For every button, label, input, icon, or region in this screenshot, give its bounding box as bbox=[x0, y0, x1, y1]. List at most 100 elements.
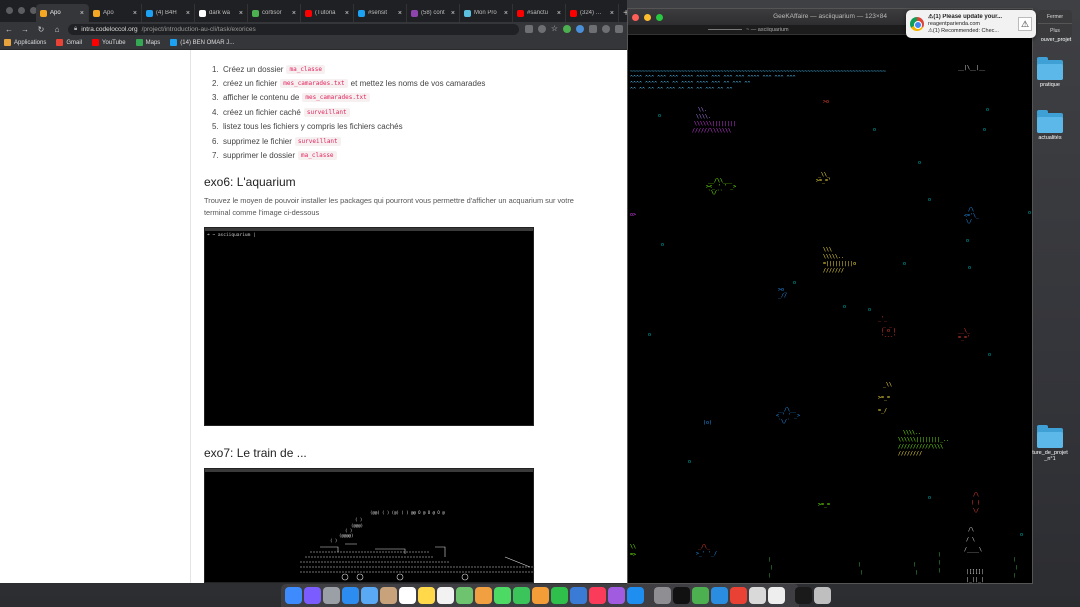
fish-art: \\\\\.. bbox=[823, 254, 844, 260]
extension-icon[interactable] bbox=[563, 25, 571, 33]
browser-tab[interactable]: dark wa × bbox=[195, 4, 248, 22]
browser-tab[interactable]: (58) cont × bbox=[407, 4, 460, 22]
tab-favicon bbox=[93, 9, 100, 17]
close-tab-icon[interactable]: × bbox=[80, 10, 84, 17]
music-icon[interactable] bbox=[589, 587, 606, 604]
terminal-window-controls bbox=[632, 14, 663, 21]
address-bar[interactable]: 🔒︎ intra.codeloccol.org/project/introduc… bbox=[68, 23, 519, 35]
reminders-icon[interactable] bbox=[437, 587, 454, 604]
zoom-window-button[interactable] bbox=[656, 14, 663, 21]
podcasts-icon[interactable] bbox=[608, 587, 625, 604]
extension-icon[interactable] bbox=[589, 25, 597, 33]
aquarium-screenshot: ➜ ~ asciiquarium | bbox=[204, 226, 534, 426]
minimize-window-button[interactable] bbox=[644, 14, 651, 21]
profile-avatar[interactable] bbox=[602, 25, 610, 33]
notification-body: ⚠(1) Recommended: Chec... bbox=[928, 27, 999, 34]
chrome-icon[interactable] bbox=[730, 587, 747, 604]
home-button[interactable]: ⌂ bbox=[52, 25, 62, 34]
step-number: 3. bbox=[212, 93, 219, 103]
forward-button[interactable]: → bbox=[20, 25, 30, 34]
minimize-window-button[interactable] bbox=[18, 7, 25, 14]
menu-icon[interactable] bbox=[615, 25, 623, 33]
calendar-icon[interactable] bbox=[399, 587, 416, 604]
close-tab-icon[interactable]: × bbox=[239, 10, 243, 17]
bookmark-item[interactable]: Applications bbox=[4, 39, 46, 46]
mail-icon[interactable] bbox=[361, 587, 378, 604]
textedit-icon[interactable] bbox=[768, 587, 785, 604]
fish-art: //////// bbox=[898, 451, 922, 457]
bubble: o bbox=[1020, 532, 1023, 538]
zoom-icon[interactable] bbox=[537, 25, 546, 33]
bookmark-star-icon[interactable]: ☆ bbox=[551, 25, 558, 33]
browser-tab[interactable]: (Tutoria × bbox=[301, 4, 354, 22]
browser-tab[interactable]: (324) … × bbox=[566, 4, 619, 22]
numbers-icon[interactable] bbox=[551, 587, 568, 604]
desktop-folder-pratique[interactable]: pratique bbox=[1030, 57, 1070, 88]
tab-favicon bbox=[570, 9, 577, 17]
browser-tab[interactable]: (4) B4H × bbox=[142, 4, 195, 22]
bookmark-item[interactable]: (14) BEN OMAR J... bbox=[170, 39, 234, 46]
browser-tab[interactable]: #sanctu × bbox=[513, 4, 566, 22]
close-tab-icon[interactable]: × bbox=[557, 10, 561, 17]
notification-more-button[interactable]: Plus bbox=[1038, 24, 1072, 38]
install-app-icon[interactable] bbox=[524, 25, 533, 33]
photos-icon[interactable] bbox=[475, 587, 492, 604]
bookmark-item[interactable]: Maps bbox=[135, 39, 160, 46]
browser-tab[interactable]: Apo × bbox=[89, 4, 142, 22]
desktop-folder-projet[interactable]: ture_de_projet _n°1 bbox=[1030, 425, 1070, 462]
fish-art: >=_=' bbox=[816, 178, 831, 184]
close-tab-icon[interactable]: × bbox=[451, 10, 455, 17]
settings-icon[interactable] bbox=[654, 587, 671, 604]
reload-button[interactable]: ↻ bbox=[36, 25, 46, 34]
torrent-icon[interactable] bbox=[692, 587, 709, 604]
fish-art: \\\\.. bbox=[903, 430, 921, 436]
pages-icon[interactable] bbox=[532, 587, 549, 604]
browser-tab[interactable]: #sensit × bbox=[354, 4, 407, 22]
chrome-icon bbox=[910, 17, 924, 31]
siri-icon[interactable] bbox=[304, 587, 321, 604]
close-tab-icon[interactable]: × bbox=[292, 10, 296, 17]
extension-icon[interactable] bbox=[576, 25, 584, 33]
seaweed: ) bbox=[938, 552, 941, 558]
browser-tab[interactable]: cortisor × bbox=[248, 4, 301, 22]
close-window-button[interactable] bbox=[632, 14, 639, 21]
close-tab-icon[interactable]: × bbox=[610, 10, 614, 17]
safari-icon[interactable] bbox=[342, 587, 359, 604]
notification-text: ⚠(1) Please update your... reagentparien… bbox=[928, 14, 1014, 35]
browser-tab[interactable]: Apo × bbox=[36, 4, 89, 22]
chrome-notification[interactable]: ⚠(1) Please update your... reagentparien… bbox=[906, 10, 1036, 38]
close-tab-icon[interactable]: × bbox=[345, 10, 349, 17]
trash-icon[interactable] bbox=[814, 587, 831, 604]
keynote-icon[interactable] bbox=[570, 587, 587, 604]
new-tab-button[interactable]: + bbox=[619, 4, 627, 22]
notification-close-button[interactable]: Fermer bbox=[1038, 10, 1072, 24]
close-tab-icon[interactable]: × bbox=[398, 10, 402, 17]
terminal-icon[interactable] bbox=[673, 587, 690, 604]
vscode-icon[interactable] bbox=[711, 587, 728, 604]
preview-icon[interactable] bbox=[749, 587, 766, 604]
fish-art: >o bbox=[823, 99, 829, 105]
exo7-title: exo7: Le train de ... bbox=[204, 445, 307, 460]
close-tab-icon[interactable]: × bbox=[186, 10, 190, 17]
notes-icon[interactable] bbox=[418, 587, 435, 604]
messages-icon[interactable] bbox=[494, 587, 511, 604]
bookmark-item[interactable]: YouTube bbox=[92, 39, 126, 46]
contacts-icon[interactable] bbox=[380, 587, 397, 604]
bookmark-item[interactable]: Gmail bbox=[56, 39, 82, 46]
maps-icon[interactable] bbox=[456, 587, 473, 604]
finder-icon[interactable] bbox=[285, 587, 302, 604]
desktop-folder-actualites[interactable]: actualités bbox=[1030, 110, 1070, 141]
facetime-icon[interactable] bbox=[513, 587, 530, 604]
close-tab-icon[interactable]: × bbox=[133, 10, 137, 17]
screenshot-prompt: ➜ ~ asciiquarium | bbox=[207, 232, 256, 238]
step-code: surveillant bbox=[294, 136, 341, 146]
appstore-icon[interactable] bbox=[627, 587, 644, 604]
close-window-button[interactable] bbox=[6, 7, 13, 14]
close-tab-icon[interactable]: × bbox=[504, 10, 508, 17]
exercise-step: 3. afficher le contenu de mes_camarades.t… bbox=[204, 91, 614, 105]
launchpad-icon[interactable] bbox=[323, 587, 340, 604]
browser-tab[interactable]: Mon Pro × bbox=[460, 4, 513, 22]
back-button[interactable]: ← bbox=[4, 25, 14, 34]
bubble: o bbox=[661, 242, 664, 248]
terminal2-icon[interactable] bbox=[795, 587, 812, 604]
